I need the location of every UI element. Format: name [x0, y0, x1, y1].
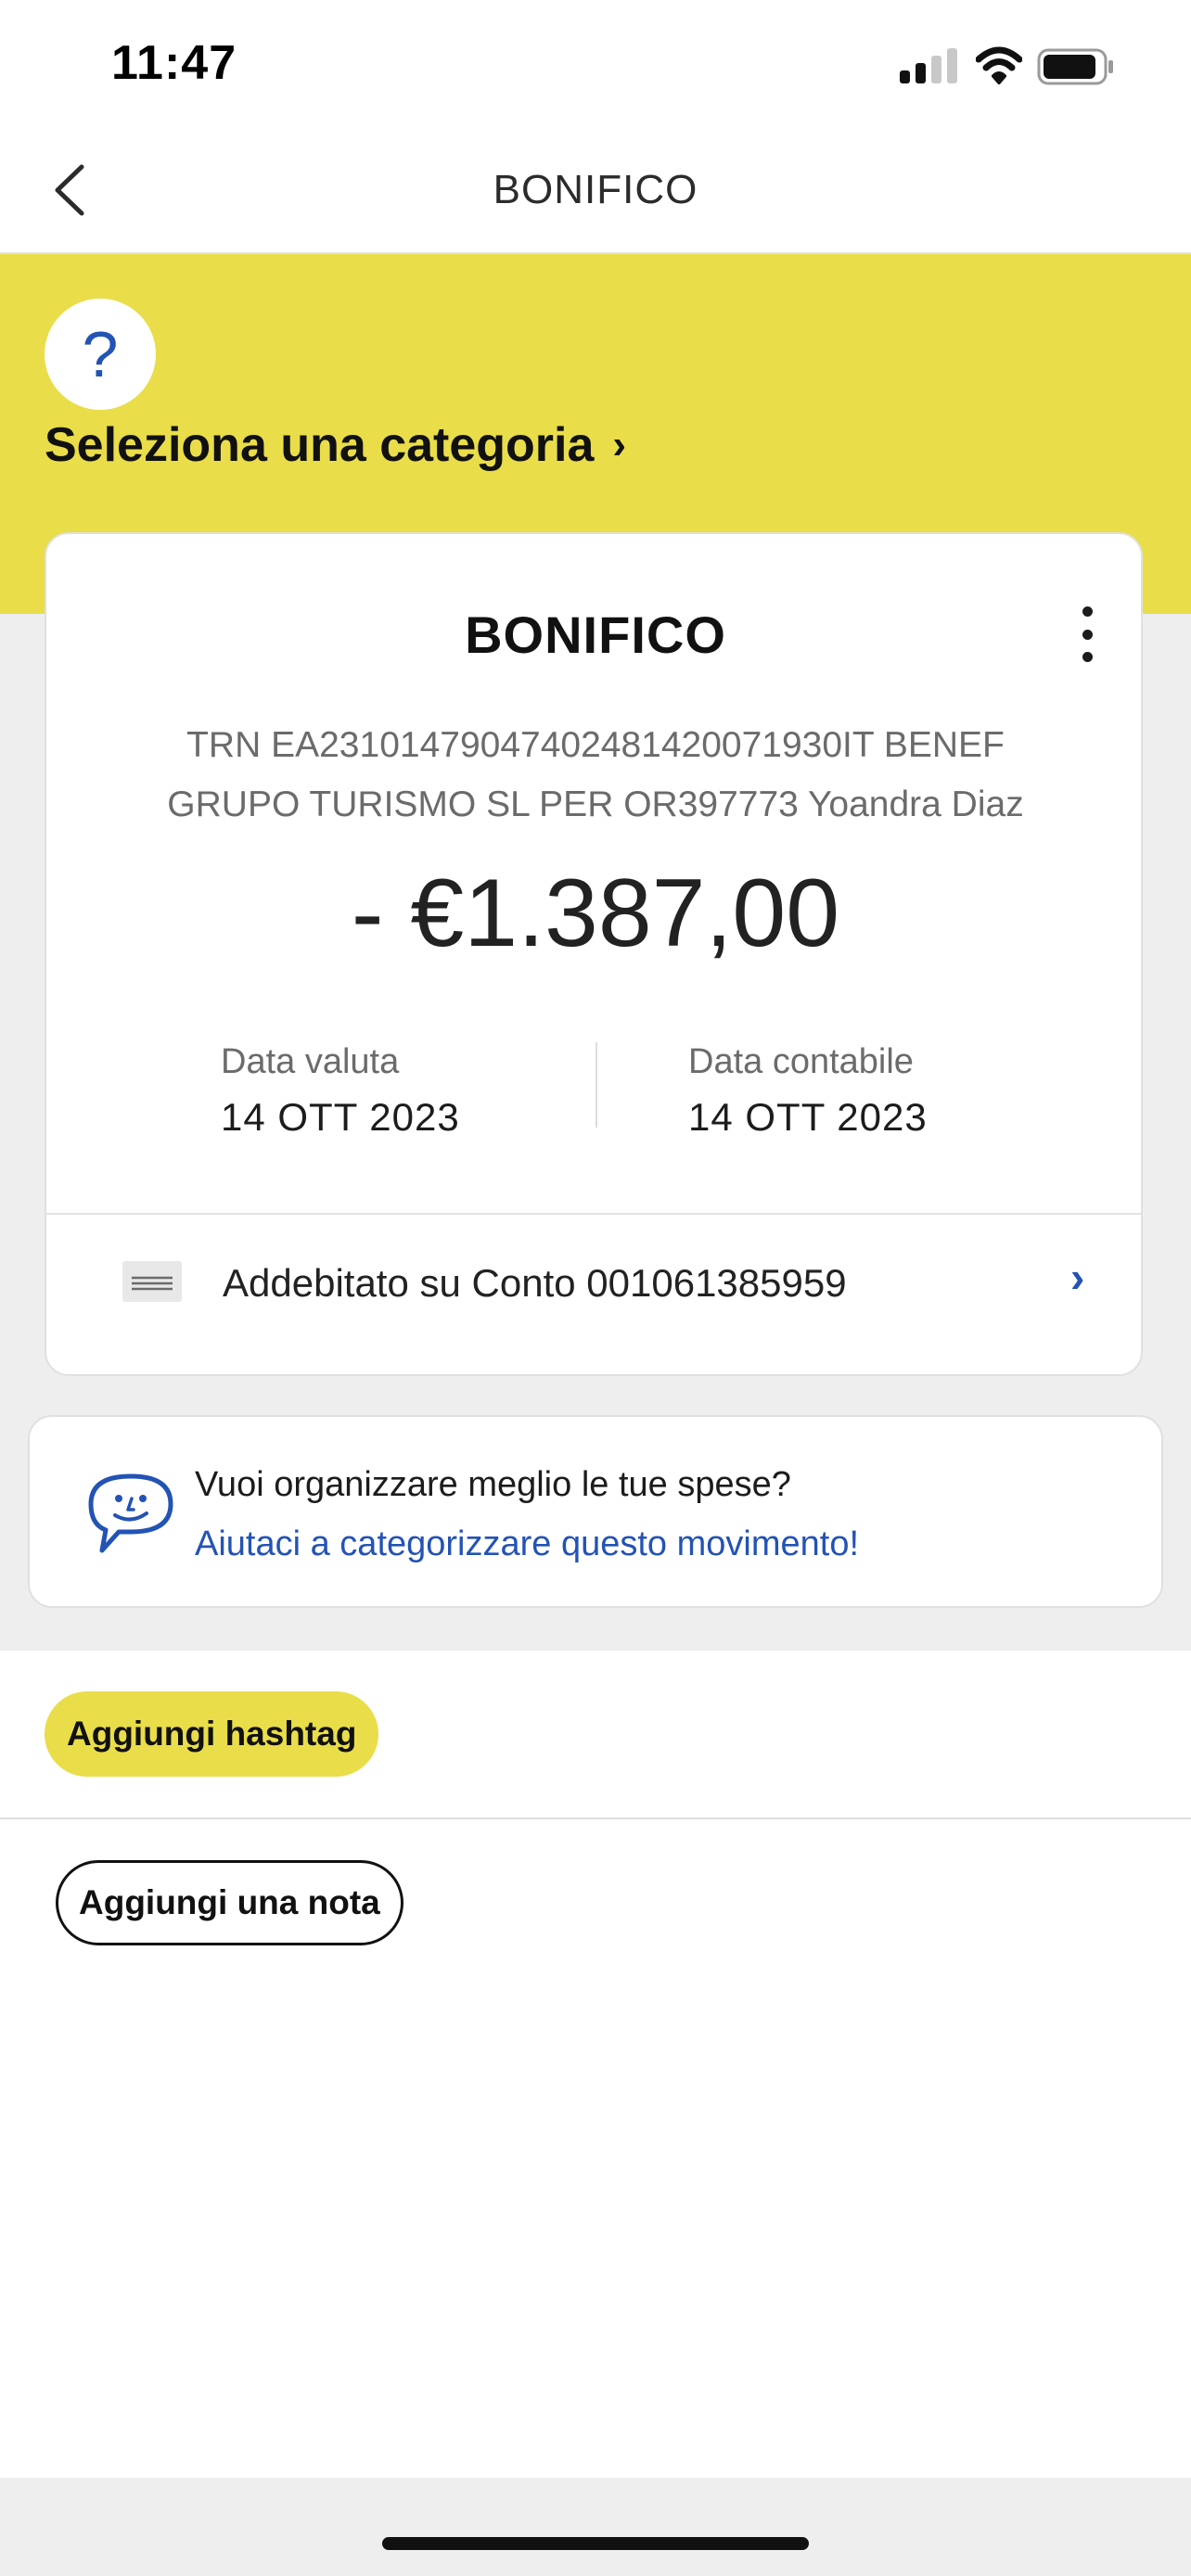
transaction-description: TRN EA23101479047402481420071930IT BENEF… [167, 725, 1024, 824]
date-divider [596, 1042, 597, 1128]
question-icon[interactable]: ? [45, 299, 156, 410]
categorize-prompt-card[interactable]: Vuoi organizzare meglio le tue spese? Ai… [28, 1415, 1163, 1608]
booking-date-label: Data contabile [688, 1042, 914, 1081]
signal-icon [900, 48, 957, 83]
account-row[interactable]: Addebitato su Conto 001061385959 › [46, 1215, 1141, 1376]
home-indicator [382, 2537, 809, 2550]
chat-smiley-icon [88, 1473, 173, 1553]
transaction-amount: - €1.387,00 [351, 860, 840, 967]
account-card-icon [122, 1261, 182, 1302]
booking-date: Data contabile 14 OTT 2023 [688, 1042, 928, 1140]
chevron-right-icon: › [612, 422, 627, 467]
status-time: 11:47 [111, 36, 237, 90]
value-date-value: 14 OTT 2023 [221, 1095, 460, 1139]
page-title: BONIFICO [493, 167, 698, 212]
transaction-title: BONIFICO [465, 606, 726, 664]
account-label: Addebitato su Conto 001061385959 [223, 1261, 847, 1305]
section-divider [0, 1817, 1191, 1819]
value-date-label: Data valuta [221, 1042, 400, 1081]
add-note-button[interactable]: Aggiungi una nota [56, 1860, 403, 1945]
select-category-link[interactable]: Seleziona una categoria › [45, 417, 626, 473]
battery-icon [1037, 48, 1113, 85]
categorize-question: Vuoi organizzare meglio le tue spese? [195, 1465, 791, 1504]
category-label: Seleziona una categoria [45, 418, 595, 472]
transaction-card: BONIFICO TRN EA2310147904740248142007193… [45, 532, 1143, 1376]
categorize-link[interactable]: Aiutaci a categorizzare questo movimento… [195, 1524, 859, 1564]
question-glyph: ? [82, 318, 119, 390]
wifi-icon [976, 46, 1022, 84]
value-date: Data valuta 14 OTT 2023 [221, 1042, 460, 1140]
chevron-right-icon: › [1070, 1253, 1085, 1301]
booking-date-value: 14 OTT 2023 [688, 1095, 928, 1139]
more-options-icon[interactable] [1070, 606, 1104, 662]
add-hashtag-button[interactable]: Aggiungi hashtag [45, 1691, 379, 1777]
bottom-safe-area [0, 2478, 1191, 2576]
